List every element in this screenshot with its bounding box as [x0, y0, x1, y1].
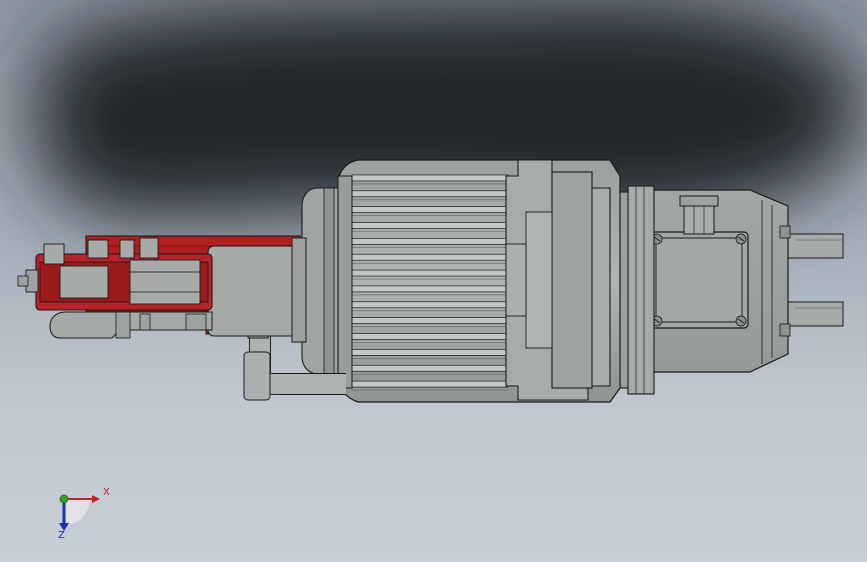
output-shaft	[787, 233, 844, 327]
cooling-fin	[351, 253, 509, 261]
mounting-bracket	[49, 311, 213, 339]
triad-z-label: Z	[58, 530, 65, 541]
cooling-fin	[351, 206, 509, 213]
cooling-fin	[351, 380, 509, 388]
junction-box-cover	[649, 231, 749, 329]
triad-y-axis-dot	[59, 494, 69, 504]
triad-plane-indicator	[64, 499, 90, 525]
triad-x-label: X	[103, 487, 110, 498]
cooling-fin	[351, 190, 509, 198]
triad-x-arrowhead	[92, 495, 100, 503]
cooling-fin	[351, 222, 509, 229]
cooling-fin	[351, 349, 509, 356]
cooling-fin	[351, 269, 509, 277]
cooling-fin	[351, 238, 509, 245]
cooling-fin	[351, 364, 509, 372]
cable-gland	[679, 195, 719, 235]
motor-terminal-pad	[505, 159, 611, 401]
cooling-fin	[351, 301, 509, 309]
cooling-fin	[351, 333, 509, 340]
motor-fan-cowl	[301, 187, 339, 375]
cooling-fin	[351, 317, 509, 324]
cad-viewport[interactable]: X Z	[0, 0, 867, 562]
cooling-fin	[351, 285, 509, 293]
coordinate-triad	[59, 494, 100, 531]
piston-housing	[207, 237, 307, 343]
motor-end-ring	[337, 175, 353, 389]
cooling-fin	[351, 174, 509, 182]
cad-scene	[17, 0, 862, 531]
